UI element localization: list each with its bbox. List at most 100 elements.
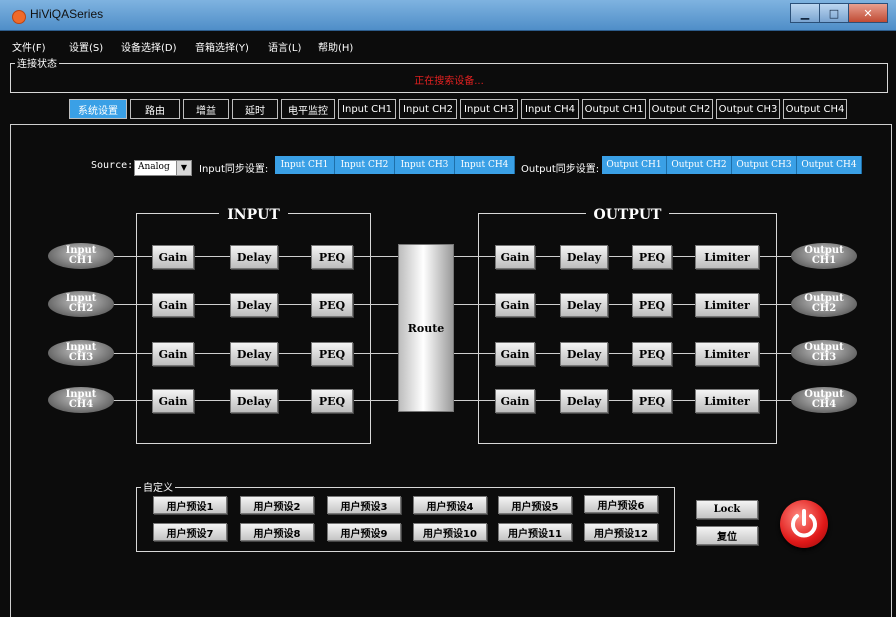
tab-gain[interactable]: 增益 xyxy=(183,99,229,119)
output-ch4-button[interactable]: Output CH4 xyxy=(791,387,857,413)
menu-bar: 文件(F) 设置(S) 设备选择(D) 音箱选择(Y) 语言(L) 帮助(H) xyxy=(0,37,896,54)
output-ch3-delay-button[interactable]: Delay xyxy=(560,342,608,366)
preset-7-button[interactable]: 用户预设7 xyxy=(153,523,227,541)
input-ch1-gain-button[interactable]: Gain xyxy=(152,245,194,269)
output-ch3-sub: CH3 xyxy=(811,352,837,363)
output-ch4-peq-button[interactable]: PEQ xyxy=(632,389,672,413)
output-ch4-limiter-button[interactable]: Limiter xyxy=(695,389,759,413)
preset-2-button[interactable]: 用户预设2 xyxy=(240,496,314,514)
input-sync-ch1-button[interactable]: Input CH1 xyxy=(275,156,335,174)
maximize-button[interactable]: □ xyxy=(819,3,849,23)
input-ch1-button[interactable]: Input CH1 xyxy=(48,243,114,269)
connection-status-box: 连接状态 正在搜索设备... xyxy=(10,55,888,93)
output-ch4-sub: CH4 xyxy=(811,399,837,410)
input-ch2-gain-button[interactable]: Gain xyxy=(152,293,194,317)
output-sync-ch3-button[interactable]: Output CH3 xyxy=(732,156,797,174)
menu-help[interactable]: 帮助(H) xyxy=(318,39,353,54)
output-ch1-limiter-button[interactable]: Limiter xyxy=(695,245,759,269)
tab-output-ch4[interactable]: Output CH4 xyxy=(783,99,847,119)
input-ch4-button[interactable]: Input CH4 xyxy=(48,387,114,413)
output-sync-label: Output同步设置: xyxy=(521,164,600,175)
output-ch1-peq-button[interactable]: PEQ xyxy=(632,245,672,269)
tab-routing[interactable]: 路由 xyxy=(130,99,180,119)
input-ch3-button[interactable]: Input CH3 xyxy=(48,340,114,366)
preset-1-button[interactable]: 用户预设1 xyxy=(153,496,227,514)
output-sync-ch1-button[interactable]: Output CH1 xyxy=(602,156,667,174)
output-ch1-button[interactable]: Output CH1 xyxy=(791,243,857,269)
preset-10-button[interactable]: 用户预设10 xyxy=(413,523,487,541)
preset-9-button[interactable]: 用户预设9 xyxy=(327,523,401,541)
close-button[interactable]: ✕ xyxy=(848,3,888,23)
preset-12-button[interactable]: 用户预设12 xyxy=(584,523,658,541)
input-ch4-gain-button[interactable]: Gain xyxy=(152,389,194,413)
title-bar: HiViQASeries ▁ □ ✕ xyxy=(0,0,896,31)
preset-11-button[interactable]: 用户预设11 xyxy=(498,523,572,541)
output-ch2-gain-button[interactable]: Gain xyxy=(495,293,535,317)
output-ch3-button[interactable]: Output CH3 xyxy=(791,340,857,366)
menu-speaker-select[interactable]: 音箱选择(Y) xyxy=(195,39,249,54)
output-ch2-limiter-button[interactable]: Limiter xyxy=(695,293,759,317)
connection-status-label: 连接状态 xyxy=(15,55,59,70)
tab-level-monitor[interactable]: 电平监控 xyxy=(281,99,335,119)
power-button[interactable] xyxy=(780,500,828,548)
output-ch1-sub: CH1 xyxy=(811,255,837,266)
tab-delay[interactable]: 延时 xyxy=(232,99,278,119)
tab-output-ch2[interactable]: Output CH2 xyxy=(649,99,713,119)
power-icon xyxy=(791,509,817,538)
input-ch3-gain-button[interactable]: Gain xyxy=(152,342,194,366)
tab-input-ch4[interactable]: Input CH4 xyxy=(521,99,579,119)
app-icon xyxy=(12,10,26,24)
preset-6-button[interactable]: 用户预设6 xyxy=(584,495,658,513)
input-ch2-sub: CH2 xyxy=(68,303,94,314)
output-sync-ch4-button[interactable]: Output CH4 xyxy=(797,156,862,174)
lock-button[interactable]: Lock xyxy=(696,500,758,519)
reset-button[interactable]: 复位 xyxy=(696,526,758,545)
window-controls: ▁ □ ✕ xyxy=(790,3,888,23)
window-title: HiViQASeries xyxy=(30,7,104,21)
route-button[interactable]: Route xyxy=(398,244,454,412)
minimize-button[interactable]: ▁ xyxy=(790,3,820,23)
output-ch3-gain-button[interactable]: Gain xyxy=(495,342,535,366)
tab-output-ch1[interactable]: Output CH1 xyxy=(582,99,646,119)
output-sync-ch2-button[interactable]: Output CH2 xyxy=(667,156,732,174)
chevron-down-icon[interactable]: ▼ xyxy=(176,161,191,175)
output-ch4-delay-button[interactable]: Delay xyxy=(560,389,608,413)
input-ch2-delay-button[interactable]: Delay xyxy=(230,293,278,317)
input-ch4-delay-button[interactable]: Delay xyxy=(230,389,278,413)
preset-4-button[interactable]: 用户预设4 xyxy=(413,496,487,514)
output-ch2-peq-button[interactable]: PEQ xyxy=(632,293,672,317)
input-sync-ch2-button[interactable]: Input CH2 xyxy=(335,156,395,174)
input-ch3-delay-button[interactable]: Delay xyxy=(230,342,278,366)
input-ch1-sub: CH1 xyxy=(68,255,94,266)
source-select[interactable]: Analog ▼ xyxy=(134,160,192,176)
tab-system-settings[interactable]: 系统设置 xyxy=(69,99,127,119)
output-ch4-gain-button[interactable]: Gain xyxy=(495,389,535,413)
output-ch3-peq-button[interactable]: PEQ xyxy=(632,342,672,366)
input-ch3-peq-button[interactable]: PEQ xyxy=(311,342,353,366)
menu-device-select[interactable]: 设备选择(D) xyxy=(121,39,177,54)
input-ch2-button[interactable]: Input CH2 xyxy=(48,291,114,317)
preset-5-button[interactable]: 用户预设5 xyxy=(498,496,572,514)
tab-input-ch1[interactable]: Input CH1 xyxy=(338,99,396,119)
preset-3-button[interactable]: 用户预设3 xyxy=(327,496,401,514)
input-sync-ch3-button[interactable]: Input CH3 xyxy=(395,156,455,174)
tab-output-ch3[interactable]: Output CH3 xyxy=(716,99,780,119)
menu-language[interactable]: 语言(L) xyxy=(268,39,301,54)
output-ch2-delay-button[interactable]: Delay xyxy=(560,293,608,317)
tab-input-ch3[interactable]: Input CH3 xyxy=(460,99,518,119)
preset-group-label: 自定义 xyxy=(141,479,175,494)
menu-settings[interactable]: 设置(S) xyxy=(69,39,103,54)
output-ch3-limiter-button[interactable]: Limiter xyxy=(695,342,759,366)
output-ch1-gain-button[interactable]: Gain xyxy=(495,245,535,269)
input-ch1-delay-button[interactable]: Delay xyxy=(230,245,278,269)
input-ch1-peq-button[interactable]: PEQ xyxy=(311,245,353,269)
input-ch2-peq-button[interactable]: PEQ xyxy=(311,293,353,317)
input-ch4-peq-button[interactable]: PEQ xyxy=(311,389,353,413)
input-sync-ch4-button[interactable]: Input CH4 xyxy=(455,156,515,174)
output-ch2-button[interactable]: Output CH2 xyxy=(791,291,857,317)
tab-input-ch2[interactable]: Input CH2 xyxy=(399,99,457,119)
input-ch4-sub: CH4 xyxy=(68,399,94,410)
preset-8-button[interactable]: 用户预设8 xyxy=(240,523,314,541)
output-ch1-delay-button[interactable]: Delay xyxy=(560,245,608,269)
menu-file[interactable]: 文件(F) xyxy=(12,39,46,54)
